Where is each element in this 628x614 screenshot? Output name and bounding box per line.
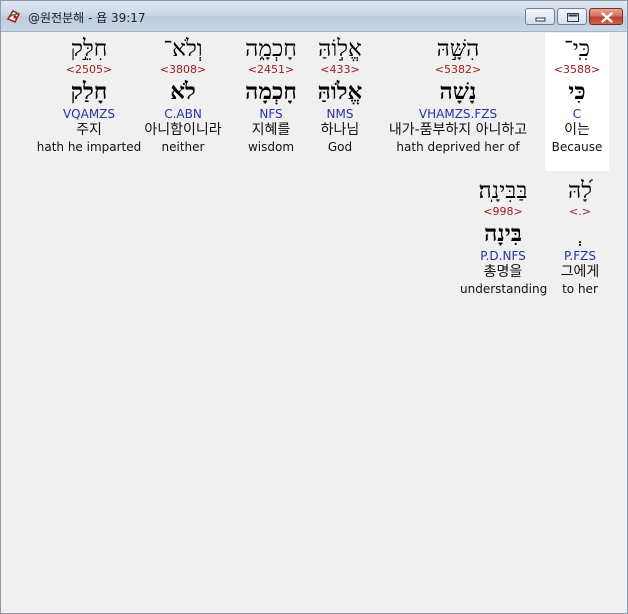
word-block[interactable]: חִלֵּ֣ק <2505> חָלַק VQAMZS 주지 hath he impart… — [36, 33, 142, 171]
morph-code: P.FZS — [564, 249, 596, 263]
english-gloss: wisdom — [247, 140, 295, 154]
morph-code: NFS — [259, 107, 283, 121]
hebrew-word: אֱל֣וֹהַּ — [318, 36, 362, 62]
hebrew-word: וְלֹא־ — [163, 36, 203, 62]
korean-gloss: 이는 — [564, 122, 590, 138]
lemma: חָלַק — [70, 78, 108, 105]
strong-number: <3588> — [553, 63, 601, 76]
maximize-icon — [567, 13, 579, 22]
korean-gloss: 주지 — [76, 122, 102, 138]
english-gloss: God — [327, 140, 353, 154]
korean-gloss: 내가-품부하지 아니하고 — [388, 122, 528, 138]
korean-gloss: 하나님 — [320, 122, 360, 138]
word-block[interactable]: בַּבִּינָֽה׃ <998> בִּינָה P.D.NFS 총명을 unders… — [460, 175, 548, 313]
word-block[interactable]: וְלֹא־ <3808> לֹא C.ABN 아니함이니라 neither — [135, 33, 231, 171]
strong-number: <5382> — [434, 63, 482, 76]
word-analysis-panel: חִלֵּ֣ק <2505> חָלַק VQAMZS 주지 hath he impart… — [7, 33, 621, 607]
minimize-button[interactable] — [525, 8, 555, 25]
hebrew-word: הִשָּׁ֣הּ — [436, 36, 480, 62]
hebrew-word: בַּבִּינָֽה׃ — [478, 178, 528, 204]
word-block[interactable]: כִּֽי־ <3588> כִּי C 이는 Because — [545, 33, 609, 171]
strong-number: <2505> — [65, 63, 113, 76]
morph-code: VHAMZS.FZS — [418, 107, 498, 121]
english-gloss: hath he imparted — [36, 140, 142, 154]
english-gloss: understanding — [460, 282, 548, 296]
korean-gloss: 지혜를 — [251, 122, 291, 138]
english-gloss: neither — [161, 140, 205, 154]
korean-gloss: 아니함이니라 — [144, 122, 222, 138]
title-bar[interactable]: @원전분해 - 욥 39:17 — [1, 1, 627, 32]
close-button[interactable] — [589, 8, 623, 25]
lemma: נָשָׁה — [439, 78, 477, 105]
word-block[interactable]: הִשָּׁ֣הּ <5382> נָשָׁה VHAMZS.FZS 내가-품부하지 아… — [377, 33, 539, 171]
morph-code: VQAMZS — [62, 107, 116, 121]
strong-number: <998> — [483, 205, 523, 218]
lemma: ְ — [555, 219, 605, 249]
hebrew-word: חִלֵּ֣ק — [70, 36, 108, 62]
word-block[interactable]: אֱל֣וֹהַּ <433> אֱלֹוהַּ NMS 하나님 God — [310, 33, 370, 171]
strong-number: <2451> — [247, 63, 295, 76]
korean-gloss: 그에게 — [560, 264, 600, 280]
minimize-icon — [535, 17, 546, 22]
hebrew-word: לָ֝הּ — [568, 178, 592, 204]
strong-number: <3808> — [159, 63, 207, 76]
strong-number: <.> — [569, 205, 591, 218]
app-window: @원전분해 - 욥 39:17 חִלֵּ֣ק <2505> חָלַק VQAMZS… — [0, 0, 628, 614]
maximize-button[interactable] — [557, 8, 587, 25]
korean-gloss: 총명을 — [483, 264, 523, 280]
english-gloss: hath deprived her of — [396, 140, 520, 154]
lemma: לֹא — [170, 78, 196, 105]
morph-code: P.D.NFS — [480, 249, 526, 263]
word-block[interactable]: לָ֝הּ<.>ְP.FZS그에게 to her — [555, 175, 605, 313]
word-block[interactable]: חָכְמָ֑ה <2451> חָכְמָה NFS 지혜를 wisdom — [241, 33, 301, 171]
morph-code: NMS — [326, 107, 354, 121]
app-swirl-icon[interactable] — [6, 8, 22, 24]
strong-number: <433> — [320, 63, 360, 76]
lemma: כִּי — [568, 78, 586, 105]
morph-code: C.ABN — [164, 107, 202, 121]
lemma: אֱלֹוהַּ — [317, 78, 363, 105]
hebrew-word: חָכְמָ֑ה — [245, 36, 297, 62]
english-gloss: to her — [562, 282, 598, 296]
morph-code: C — [572, 107, 582, 121]
lemma: בִּינָה — [484, 220, 522, 247]
lemma: חָכְמָה — [245, 78, 297, 105]
close-icon — [601, 12, 613, 23]
window-title: @원전분해 - 욥 39:17 — [28, 11, 146, 25]
english-gloss: Because — [551, 140, 603, 154]
hebrew-word: כִּֽי־ — [563, 36, 591, 62]
